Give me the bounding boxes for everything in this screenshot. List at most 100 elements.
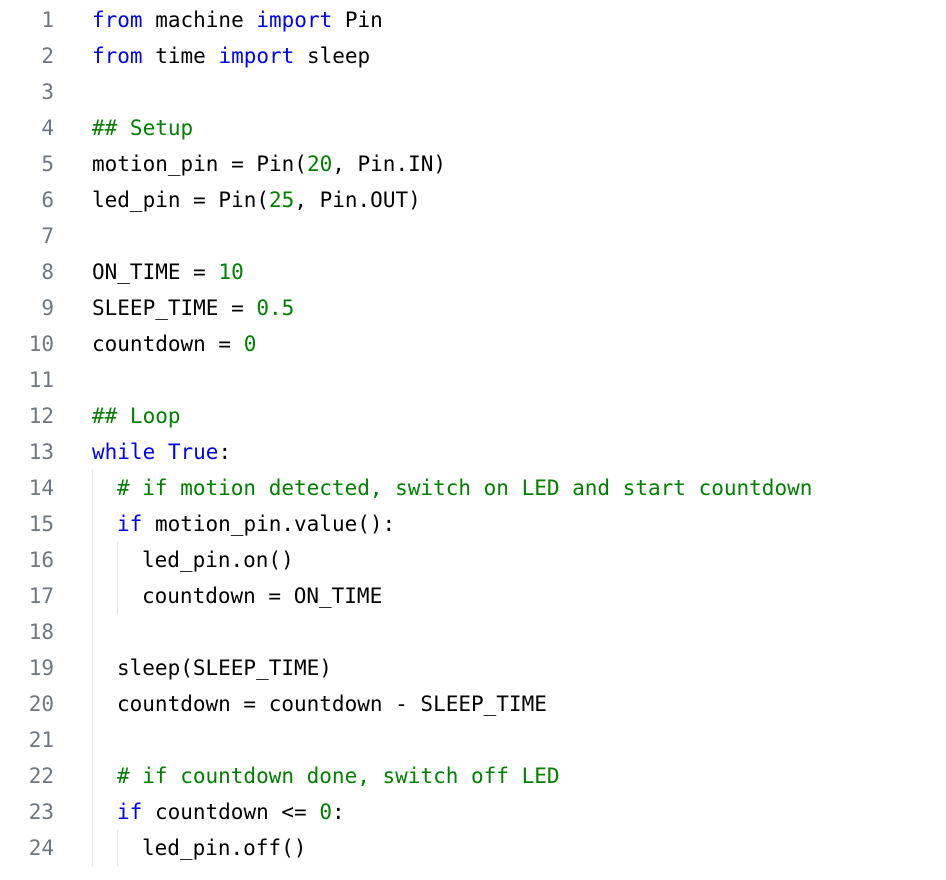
indent-guide	[117, 578, 118, 614]
code-line[interactable]: # if countdown done, switch off LED	[92, 758, 946, 794]
code-line[interactable]: ON_TIME = 10	[92, 254, 946, 290]
token-plain: , Pin.OUT)	[294, 188, 420, 212]
line-number: 11	[0, 362, 62, 398]
token-num: 20	[307, 152, 332, 176]
token-num: 0	[244, 332, 257, 356]
token-cm: ## Setup	[92, 116, 193, 140]
code-line[interactable]: from machine import Pin	[92, 2, 946, 38]
token-num: 0.5	[256, 296, 294, 320]
code-line[interactable]: countdown = countdown - SLEEP_TIME	[92, 686, 946, 722]
code-line[interactable]: ## Loop	[92, 398, 946, 434]
indent-guide	[117, 830, 118, 866]
line-number: 20	[0, 686, 62, 722]
token-plain: sleep	[294, 44, 370, 68]
code-line[interactable]: led_pin = Pin(25, Pin.OUT)	[92, 182, 946, 218]
token-kw: from	[92, 8, 143, 32]
code-line[interactable]: from time import sleep	[92, 38, 946, 74]
token-plain: time	[143, 44, 219, 68]
indent-guide	[92, 650, 93, 686]
indent-guide	[92, 830, 93, 866]
line-number: 3	[0, 74, 62, 110]
code-line[interactable]: sleep(SLEEP_TIME)	[92, 650, 946, 686]
code-line[interactable]: led_pin.on()	[92, 542, 946, 578]
line-number: 12	[0, 398, 62, 434]
line-number: 4	[0, 110, 62, 146]
line-number: 1	[0, 2, 62, 38]
token-plain: motion_pin = Pin(	[92, 152, 307, 176]
line-number: 23	[0, 794, 62, 830]
token-plain: sleep(SLEEP_TIME)	[117, 656, 332, 680]
token-plain: countdown = countdown - SLEEP_TIME	[117, 692, 547, 716]
token-plain: ON_TIME =	[92, 260, 218, 284]
code-line[interactable]: led_pin.off()	[92, 830, 946, 866]
line-number: 15	[0, 506, 62, 542]
line-number: 19	[0, 650, 62, 686]
indent-guide	[117, 542, 118, 578]
token-cm: # if motion detected, switch on LED and …	[117, 476, 812, 500]
token-plain: , Pin.IN)	[332, 152, 446, 176]
token-plain: :	[332, 800, 345, 824]
indent-guide	[92, 794, 93, 830]
token-plain: SLEEP_TIME =	[92, 296, 256, 320]
code-line[interactable]: SLEEP_TIME = 0.5	[92, 290, 946, 326]
line-number: 6	[0, 182, 62, 218]
token-kw: if	[117, 512, 142, 536]
line-number: 18	[0, 614, 62, 650]
line-number: 21	[0, 722, 62, 758]
code-line[interactable]: # if motion detected, switch on LED and …	[92, 470, 946, 506]
token-plain: led_pin.off()	[142, 836, 306, 860]
line-number: 16	[0, 542, 62, 578]
token-kw: while	[92, 440, 155, 464]
line-number: 10	[0, 326, 62, 362]
indent-guide	[92, 614, 93, 650]
token-cm: # if countdown done, switch off LED	[117, 764, 560, 788]
code-area[interactable]: from machine import Pinfrom time import …	[62, 2, 946, 866]
token-kw: from	[92, 44, 143, 68]
line-number: 5	[0, 146, 62, 182]
code-line[interactable]	[92, 614, 946, 650]
token-num: 25	[269, 188, 294, 212]
line-number-gutter: 123456789101112131415161718192021222324	[0, 2, 62, 866]
token-kw: import	[218, 44, 294, 68]
code-line[interactable]: countdown = ON_TIME	[92, 578, 946, 614]
code-line[interactable]	[92, 722, 946, 758]
token-plain	[155, 440, 168, 464]
token-plain: countdown = ON_TIME	[142, 584, 382, 608]
code-line[interactable]: while True:	[92, 434, 946, 470]
code-line[interactable]	[92, 218, 946, 254]
line-number: 22	[0, 758, 62, 794]
token-kw: import	[256, 8, 332, 32]
indent-guide	[92, 506, 93, 542]
token-cm: ## Loop	[92, 404, 181, 428]
line-number: 7	[0, 218, 62, 254]
line-number: 14	[0, 470, 62, 506]
line-number: 17	[0, 578, 62, 614]
indent-guide	[92, 470, 93, 506]
token-plain: led_pin.on()	[142, 548, 294, 572]
indent-guide	[92, 578, 93, 614]
token-num: 10	[218, 260, 243, 284]
code-line[interactable]: motion_pin = Pin(20, Pin.IN)	[92, 146, 946, 182]
code-editor[interactable]: 123456789101112131415161718192021222324 …	[0, 0, 946, 876]
token-kw: if	[117, 800, 142, 824]
token-plain: machine	[143, 8, 257, 32]
code-line[interactable]: ## Setup	[92, 110, 946, 146]
line-number: 24	[0, 830, 62, 866]
code-line[interactable]: if motion_pin.value():	[92, 506, 946, 542]
token-plain: countdown <=	[142, 800, 319, 824]
token-plain: :	[218, 440, 231, 464]
indent-guide	[92, 722, 93, 758]
indent-guide	[92, 542, 93, 578]
line-number: 8	[0, 254, 62, 290]
code-line[interactable]	[92, 362, 946, 398]
code-line[interactable]	[92, 74, 946, 110]
code-line[interactable]: if countdown <= 0:	[92, 794, 946, 830]
token-plain: Pin	[332, 8, 383, 32]
line-number: 9	[0, 290, 62, 326]
code-line[interactable]: countdown = 0	[92, 326, 946, 362]
token-plain: motion_pin.value():	[142, 512, 395, 536]
token-plain: countdown =	[92, 332, 244, 356]
token-bc: True	[168, 440, 219, 464]
line-number: 2	[0, 38, 62, 74]
token-num: 0	[319, 800, 332, 824]
